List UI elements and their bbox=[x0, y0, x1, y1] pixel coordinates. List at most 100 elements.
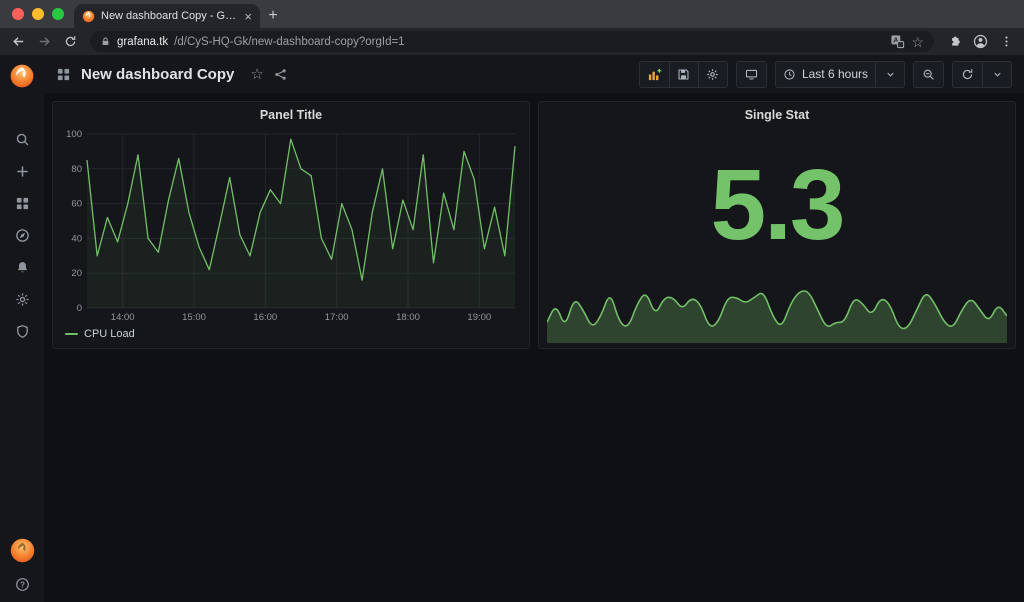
grafana-logo[interactable] bbox=[9, 63, 35, 89]
chevron-down-icon bbox=[992, 69, 1003, 80]
traffic-zoom-button[interactable] bbox=[52, 8, 64, 20]
svg-text:40: 40 bbox=[71, 233, 82, 244]
browser-tabstrip: New dashboard Copy - Grafana × + bbox=[0, 0, 1024, 28]
stat-value: 5.3 bbox=[539, 132, 1015, 278]
svg-text:60: 60 bbox=[71, 199, 82, 210]
zoom-out-group bbox=[913, 61, 944, 88]
svg-text:0: 0 bbox=[77, 303, 82, 314]
new-tab-button[interactable]: + bbox=[260, 4, 286, 28]
dashboard-canvas: Panel Title 0 20 40 60 80 100 14:00 15:00 16:00 1… bbox=[44, 93, 1024, 602]
dashboards-grid-icon bbox=[15, 196, 30, 211]
svg-text:?: ? bbox=[20, 580, 25, 589]
sidebar-item-server-admin[interactable] bbox=[14, 323, 30, 339]
sidebar-item-search[interactable] bbox=[14, 131, 30, 147]
grafana-sidebar: ? bbox=[0, 55, 44, 602]
time-picker-group: Last 6 hours bbox=[775, 61, 905, 88]
extensions-button[interactable] bbox=[942, 31, 966, 53]
puzzle-icon bbox=[948, 35, 961, 48]
profile-icon bbox=[973, 34, 988, 49]
favorite-star-button[interactable]: ☆ bbox=[250, 67, 263, 82]
svg-text:18:00: 18:00 bbox=[396, 312, 420, 323]
panel-title[interactable]: Panel Title bbox=[53, 102, 529, 128]
plus-icon bbox=[15, 164, 30, 179]
svg-text:19:00: 19:00 bbox=[467, 312, 491, 323]
traffic-minimize-button[interactable] bbox=[32, 8, 44, 20]
dashboard-title: New dashboard Copy bbox=[81, 66, 234, 83]
refresh-button[interactable] bbox=[953, 62, 982, 87]
navbar-actions: Last 6 hours bbox=[639, 61, 1012, 88]
browser-tab[interactable]: New dashboard Copy - Grafana × bbox=[74, 4, 260, 28]
share-dashboard-button[interactable] bbox=[274, 68, 287, 81]
svg-text:15:00: 15:00 bbox=[182, 312, 206, 323]
svg-text:16:00: 16:00 bbox=[253, 312, 277, 323]
profile-button[interactable] bbox=[968, 31, 992, 53]
refresh-icon bbox=[961, 68, 974, 81]
tab-close-button[interactable]: × bbox=[244, 10, 252, 23]
svg-text:100: 100 bbox=[66, 129, 82, 140]
svg-text:17:00: 17:00 bbox=[325, 312, 349, 323]
panel-single-stat: Single Stat 5.3 bbox=[538, 101, 1016, 349]
forward-arrow-icon bbox=[37, 34, 52, 49]
compass-icon bbox=[15, 228, 30, 243]
kebab-menu-icon bbox=[1000, 35, 1013, 48]
legend-label: CPU Load bbox=[84, 328, 135, 340]
translate-icon[interactable]: A bbox=[890, 34, 905, 49]
grafana-navbar: New dashboard Copy ☆ bbox=[44, 55, 1024, 93]
url-host: grafana.tk bbox=[117, 36, 168, 48]
sidebar-item-explore[interactable] bbox=[14, 227, 30, 243]
lock-icon bbox=[100, 36, 111, 47]
traffic-close-button[interactable] bbox=[12, 8, 24, 20]
url-path: /d/CyS-HQ-Gk/new-dashboard-copy?orgId=1 bbox=[174, 36, 884, 48]
settings-gear-icon bbox=[706, 68, 719, 81]
forward-button[interactable] bbox=[32, 31, 56, 53]
bookmark-star-icon[interactable]: ☆ bbox=[911, 35, 924, 49]
svg-text:80: 80 bbox=[71, 164, 82, 175]
zoom-out-button[interactable] bbox=[914, 62, 943, 87]
refresh-interval-chevron-button[interactable] bbox=[982, 62, 1011, 87]
sidebar-item-dashboards[interactable] bbox=[14, 195, 30, 211]
user-avatar[interactable] bbox=[10, 538, 35, 563]
sidebar-item-alerting[interactable] bbox=[14, 259, 30, 275]
browser-toolbar: grafana.tk /d/CyS-HQ-Gk/new-dashboard-co… bbox=[0, 28, 1024, 55]
omnibox-url-bar[interactable]: grafana.tk /d/CyS-HQ-Gk/new-dashboard-co… bbox=[90, 31, 934, 52]
dashboard-settings-button[interactable] bbox=[698, 62, 727, 87]
back-arrow-icon bbox=[11, 34, 26, 49]
gear-icon bbox=[15, 292, 30, 307]
add-panel-button[interactable] bbox=[640, 62, 669, 87]
clock-icon bbox=[783, 68, 796, 81]
chevron-down-icon bbox=[885, 69, 896, 80]
time-range-button[interactable]: Last 6 hours bbox=[776, 62, 875, 87]
help-button[interactable]: ? bbox=[14, 576, 30, 592]
traffic-lights bbox=[0, 0, 74, 28]
sidebar-menu bbox=[14, 131, 30, 339]
legend-item-cpu-load[interactable]: CPU Load bbox=[53, 326, 529, 348]
shield-icon bbox=[15, 324, 30, 339]
sidebar-item-configuration[interactable] bbox=[14, 291, 30, 307]
overflow-menu-button[interactable] bbox=[994, 31, 1018, 53]
panel-actions-group bbox=[639, 61, 728, 88]
panel-title[interactable]: Single Stat bbox=[539, 102, 1015, 128]
panel-cpu-load: Panel Title 0 20 40 60 80 100 14:00 15:00 16:00 1… bbox=[52, 101, 530, 349]
cycle-view-mode-button[interactable] bbox=[737, 62, 766, 87]
reload-button[interactable] bbox=[58, 31, 82, 53]
add-panel-icon bbox=[647, 67, 662, 82]
time-range-label: Last 6 hours bbox=[802, 67, 868, 81]
legend-swatch bbox=[65, 333, 78, 335]
svg-text:20: 20 bbox=[71, 268, 82, 279]
time-range-chevron-button[interactable] bbox=[875, 62, 904, 87]
svg-text:14:00: 14:00 bbox=[111, 312, 135, 323]
tv-mode-group bbox=[736, 61, 767, 88]
bell-icon bbox=[15, 260, 30, 275]
reload-icon bbox=[64, 35, 77, 48]
sidebar-item-create[interactable] bbox=[14, 163, 30, 179]
cpu-chart[interactable]: 0 20 40 60 80 100 14:00 15:00 16:00 17:00 18:00 19:… bbox=[59, 128, 521, 324]
save-dashboard-button[interactable] bbox=[669, 62, 698, 87]
back-button[interactable] bbox=[6, 31, 30, 53]
sidebar-bottom: ? bbox=[10, 538, 35, 592]
search-icon bbox=[15, 132, 30, 147]
dashboard-apps-icon bbox=[56, 67, 71, 82]
tab-title: New dashboard Copy - Grafana bbox=[101, 10, 238, 22]
help-icon: ? bbox=[15, 577, 30, 592]
save-icon bbox=[677, 68, 690, 81]
stat-sparkline bbox=[547, 285, 1007, 343]
